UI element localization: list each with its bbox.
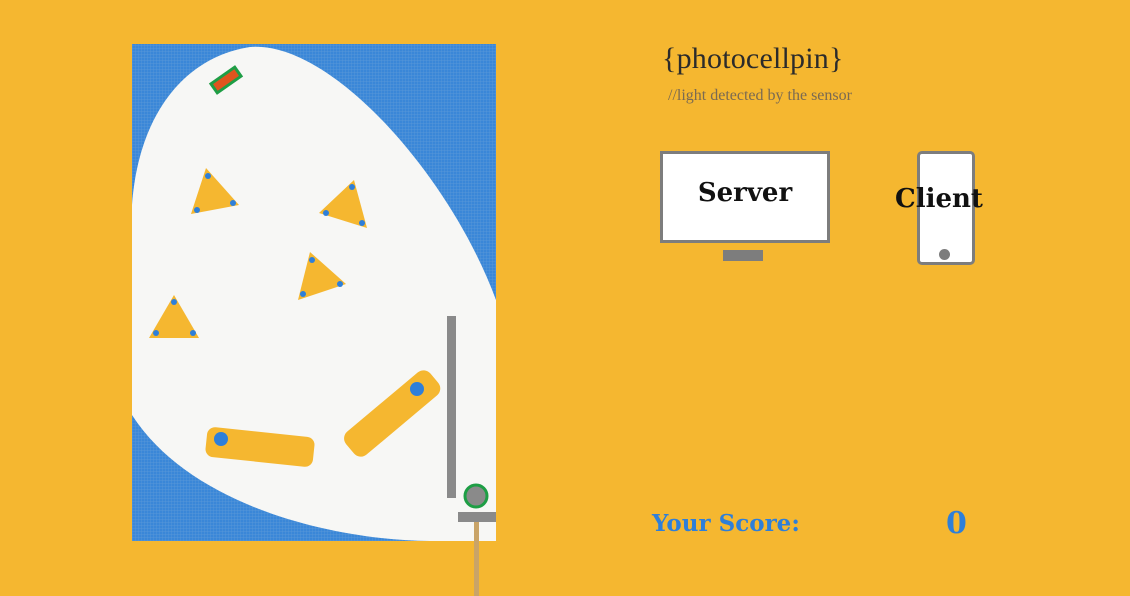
- score-label: Your Score:: [652, 510, 800, 537]
- score-value: 0: [946, 506, 967, 541]
- page-title: {photocellpin}: [662, 42, 844, 75]
- client-label: Client: [895, 184, 983, 214]
- phone-home-button: [939, 249, 950, 260]
- launch-lane-divider: [447, 316, 456, 498]
- pinball-ball: [463, 483, 489, 509]
- plunger-rod[interactable]: [474, 522, 479, 596]
- server-label: Server: [697, 178, 793, 208]
- page-subtitle: //light detected by the sensor: [668, 87, 852, 104]
- plunger-head[interactable]: [458, 512, 496, 522]
- monitor-stand: [723, 250, 763, 261]
- server-monitor-icon[interactable]: Server: [660, 151, 830, 243]
